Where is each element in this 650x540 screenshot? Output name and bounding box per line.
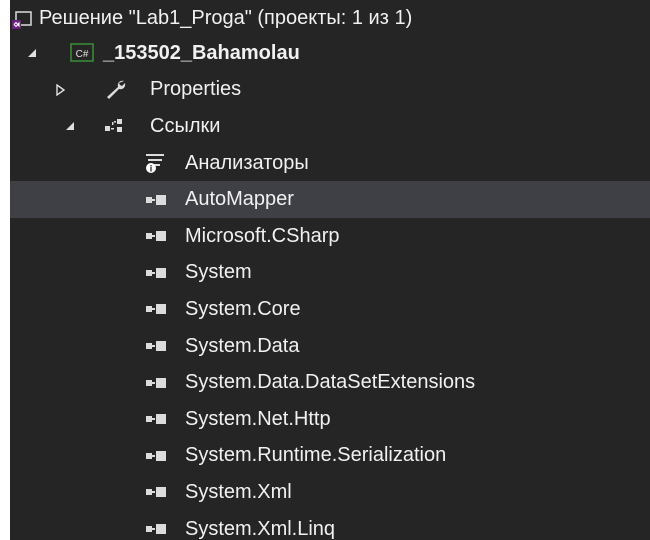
csharp-project-icon: C# bbox=[70, 41, 94, 65]
svg-text:C#: C# bbox=[76, 49, 89, 60]
reference-label: System.Net.Http bbox=[185, 407, 331, 430]
solution-explorer-panel: Решение "Lab1_Proga" (проекты: 1 из 1) C… bbox=[10, 0, 650, 540]
tree-item-references[interactable]: Ссылки bbox=[10, 108, 650, 145]
project-label: _153502_Bahamolau bbox=[103, 41, 300, 64]
reference-label: System.Data bbox=[185, 334, 300, 357]
assembly-reference-icon bbox=[144, 224, 168, 248]
assembly-reference-icon bbox=[144, 297, 168, 321]
reference-label: AutoMapper bbox=[185, 188, 294, 211]
analyzers-label: Анализаторы bbox=[185, 151, 309, 174]
assembly-reference-icon bbox=[144, 480, 168, 504]
tree-item-reference[interactable]: System.Xml.Linq bbox=[10, 511, 650, 540]
assembly-reference-icon bbox=[144, 407, 168, 431]
expanded-arrow-icon[interactable] bbox=[63, 119, 77, 133]
references-label: Ссылки bbox=[150, 114, 221, 137]
tree-item-reference[interactable]: System.Data.DataSetExtensions bbox=[10, 364, 650, 401]
assembly-reference-icon bbox=[144, 261, 168, 285]
tree-item-reference[interactable]: System.Xml bbox=[10, 474, 650, 511]
tree-item-analyzers[interactable]: i Анализаторы bbox=[10, 145, 650, 182]
properties-label: Properties bbox=[150, 78, 242, 101]
tree-item-properties[interactable]: Properties bbox=[10, 72, 650, 109]
references-icon bbox=[102, 114, 126, 138]
solution-icon bbox=[10, 7, 34, 31]
expanded-arrow-icon[interactable] bbox=[25, 46, 39, 60]
assembly-reference-icon bbox=[144, 517, 168, 540]
tree-item-reference[interactable]: System.Runtime.Serialization bbox=[10, 438, 650, 475]
tree-item-reference[interactable]: System.Data bbox=[10, 328, 650, 365]
assembly-reference-icon bbox=[144, 371, 168, 395]
tree-item-project[interactable]: C# _153502_Bahamolau bbox=[10, 35, 650, 72]
tree-item-reference[interactable]: System.Core bbox=[10, 291, 650, 328]
reference-label: System.Runtime.Serialization bbox=[185, 444, 447, 467]
assembly-reference-icon bbox=[144, 334, 168, 358]
reference-label: System bbox=[185, 261, 252, 284]
reference-label: System.Core bbox=[185, 297, 301, 320]
assembly-reference-icon bbox=[144, 444, 168, 468]
tree-item-reference[interactable]: AutoMapper bbox=[10, 181, 650, 218]
tree-item-reference[interactable]: Microsoft.CSharp bbox=[10, 218, 650, 255]
reference-label: Microsoft.CSharp bbox=[185, 224, 340, 247]
tree-item-reference[interactable]: System bbox=[10, 255, 650, 292]
analyzer-icon: i bbox=[143, 151, 167, 175]
solution-tree: Решение "Lab1_Proga" (проекты: 1 из 1) C… bbox=[10, 0, 650, 540]
svg-text:i: i bbox=[150, 164, 153, 174]
reference-label: System.Xml.Linq bbox=[185, 517, 336, 540]
wrench-icon bbox=[104, 78, 128, 102]
assembly-reference-icon bbox=[144, 188, 168, 212]
tree-item-reference[interactable]: System.Net.Http bbox=[10, 401, 650, 438]
reference-label: System.Xml bbox=[185, 480, 292, 503]
collapsed-arrow-icon[interactable] bbox=[53, 83, 67, 97]
reference-label: System.Data.DataSetExtensions bbox=[185, 371, 476, 394]
solution-label: Решение "Lab1_Proga" (проекты: 1 из 1) bbox=[39, 7, 413, 29]
tree-item-solution[interactable]: Решение "Lab1_Proga" (проекты: 1 из 1) bbox=[10, 2, 650, 35]
